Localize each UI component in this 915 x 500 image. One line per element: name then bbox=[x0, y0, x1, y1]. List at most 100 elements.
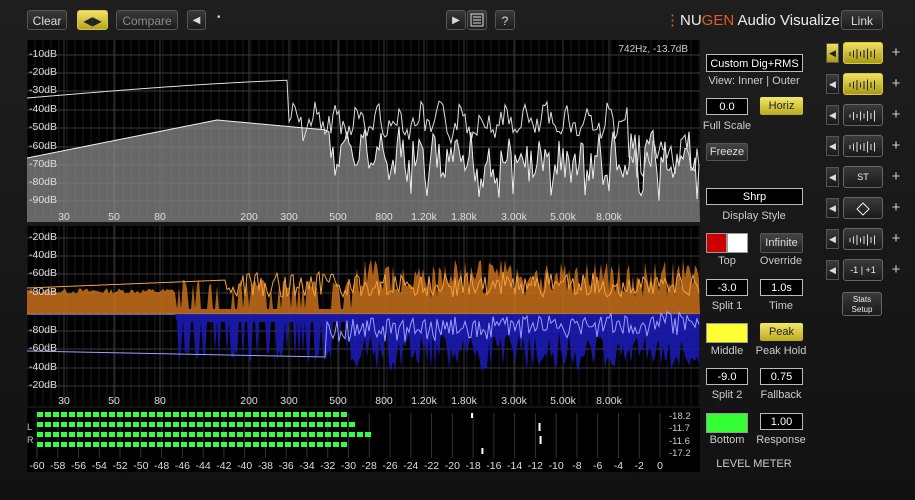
meter-r-segment bbox=[117, 432, 123, 437]
meter-scale-tick: -4 bbox=[613, 460, 624, 472]
add-mode-icon[interactable]: + bbox=[889, 169, 903, 185]
meter-r-rms-segment bbox=[261, 442, 267, 447]
spectrum-panel[interactable]: 742Hz, -13.7dB -10dB -20dB -30dB -40dB -50dB… bbox=[27, 40, 700, 223]
meter-l-rms-segment bbox=[109, 412, 115, 417]
add-mode-icon[interactable]: + bbox=[889, 107, 903, 123]
double-arrow-icon: ◀▶ bbox=[83, 14, 102, 28]
correlation-icon: -1 | +1 bbox=[850, 265, 876, 275]
meter-r-segment bbox=[285, 432, 291, 437]
mode-button[interactable]: ST bbox=[843, 166, 883, 188]
split-y-tick-bottom: -60dB bbox=[29, 342, 58, 354]
meter-scale-tick: -40 bbox=[237, 460, 253, 472]
top-color-red[interactable] bbox=[706, 233, 727, 253]
add-mode-icon[interactable]: + bbox=[889, 76, 903, 92]
meter-r-rms-segment bbox=[117, 442, 123, 447]
add-mode-icon[interactable]: + bbox=[889, 200, 903, 216]
mode-button[interactable] bbox=[843, 42, 883, 64]
spectrum-x-tick: 5.00k bbox=[550, 211, 576, 223]
readout-2: -11.7 bbox=[669, 423, 690, 434]
mode-select-arrow[interactable]: ◀ bbox=[826, 229, 839, 249]
split1-field[interactable]: -3.0 bbox=[706, 279, 748, 296]
meter-l-segment bbox=[109, 422, 115, 427]
meter-r-rms-segment bbox=[53, 442, 59, 447]
mode-select-arrow[interactable]: ◀ bbox=[826, 136, 839, 156]
add-mode-icon[interactable]: + bbox=[889, 45, 903, 61]
infinite-button[interactable]: Infinite bbox=[760, 233, 803, 253]
response-field[interactable]: 1.00 bbox=[760, 413, 803, 430]
back-arrow-icon[interactable]: ◀ bbox=[187, 10, 206, 30]
list-button[interactable] bbox=[467, 10, 487, 30]
time-field[interactable]: 1.0s bbox=[760, 279, 803, 296]
mode-button[interactable] bbox=[843, 135, 883, 157]
fallback-field[interactable]: 0.75 bbox=[760, 368, 803, 385]
meter-scale-tick: -44 bbox=[195, 460, 211, 472]
meter-r-segment bbox=[133, 432, 139, 437]
help-button[interactable]: ? bbox=[495, 10, 515, 30]
preset-display[interactable]: Custom Dig+RMS bbox=[706, 54, 803, 72]
display-style-field[interactable]: Shrp bbox=[706, 188, 803, 205]
split-y-tick-bottom: -40dB bbox=[29, 361, 58, 373]
meter-l-segment bbox=[277, 422, 283, 427]
mode-select-arrow[interactable]: ◀ bbox=[826, 167, 839, 187]
meter-l-rms-segment bbox=[341, 412, 347, 417]
clear-button[interactable]: Clear bbox=[27, 10, 67, 30]
bottom-color-swatch[interactable] bbox=[706, 413, 748, 433]
add-mode-icon[interactable]: + bbox=[889, 262, 903, 278]
add-mode-icon[interactable]: + bbox=[889, 231, 903, 247]
meter-l-rms-segment bbox=[197, 412, 203, 417]
meter-r-rms-segment bbox=[101, 442, 107, 447]
meter-l-segment bbox=[117, 422, 123, 427]
stats-setup-button[interactable]: Stats Setup bbox=[842, 292, 882, 316]
split2-field[interactable]: -9.0 bbox=[706, 368, 748, 385]
mode-select-arrow[interactable]: ◀ bbox=[826, 43, 839, 63]
mode-select-arrow[interactable]: ◀ bbox=[826, 74, 839, 94]
meter-l-segment bbox=[205, 422, 211, 427]
mode-select-arrow[interactable]: ◀ bbox=[826, 105, 839, 125]
override-label: Override bbox=[759, 255, 803, 267]
swap-button[interactable]: ◀▶ bbox=[77, 10, 108, 30]
peak-button[interactable]: Peak bbox=[760, 323, 803, 341]
mode-button[interactable] bbox=[843, 197, 883, 219]
top-color-white[interactable] bbox=[727, 233, 748, 253]
middle-label: Middle bbox=[710, 345, 744, 357]
meter-scale-tick: -16 bbox=[486, 460, 502, 472]
split-x-tick: 30 bbox=[58, 395, 70, 407]
meter-l-segment bbox=[197, 422, 203, 427]
meter-r-rms-segment bbox=[141, 442, 147, 447]
mode-button[interactable] bbox=[843, 104, 883, 126]
meter-l-segment bbox=[333, 422, 339, 427]
meter-r-rms-segment bbox=[301, 442, 307, 447]
mode-button[interactable] bbox=[843, 73, 883, 95]
meter-scale-tick: -2 bbox=[634, 460, 644, 472]
full-scale-field[interactable]: 0.0 bbox=[706, 98, 748, 115]
meter-scale-tick: -28 bbox=[361, 460, 377, 472]
meter-l-rms-segment bbox=[157, 412, 163, 417]
middle-color-swatch[interactable] bbox=[706, 323, 748, 343]
meter-l-rms-segment bbox=[69, 412, 75, 417]
mode-select-arrow[interactable]: ◀ bbox=[826, 198, 839, 218]
meter-r-segment bbox=[229, 432, 235, 437]
meter-l-segment bbox=[93, 422, 99, 427]
meter-r-segment bbox=[221, 432, 227, 437]
readout-1: -18.2 bbox=[669, 411, 691, 422]
horiz-button[interactable]: Horiz bbox=[760, 97, 803, 115]
mode-button[interactable]: -1 | +1 bbox=[843, 259, 883, 281]
split-y-tick-top: -60dB bbox=[29, 267, 58, 279]
add-mode-icon[interactable]: + bbox=[889, 138, 903, 154]
meter-r-rms-segment bbox=[125, 442, 131, 447]
mode-select-arrow[interactable]: ◀ bbox=[826, 260, 839, 280]
split-panel[interactable]: -20dB -40dB -60dB -80dB -80dB -60dB -40dB -20dB… bbox=[27, 226, 700, 407]
meter-l-rms-segment bbox=[85, 412, 91, 417]
level-meter: L R -18.2 -11.7 -11.6 -17.2 -60 -58 -56 -54… bbox=[27, 408, 700, 472]
link-button[interactable]: Link bbox=[841, 10, 883, 30]
freeze-button[interactable]: Freeze bbox=[706, 143, 748, 161]
split-y-tick-top: -20dB bbox=[29, 231, 58, 243]
meter-r-rms-segment bbox=[285, 442, 291, 447]
meter-scale-tick: -36 bbox=[278, 460, 294, 472]
play-icon[interactable]: ▶ bbox=[446, 10, 466, 30]
meter-l-segment bbox=[133, 422, 139, 427]
compare-button[interactable]: Compare bbox=[116, 10, 178, 30]
mode-button[interactable] bbox=[843, 228, 883, 250]
view-toggle[interactable]: View: Inner | Outer bbox=[704, 75, 804, 87]
meter-l-segment bbox=[45, 422, 51, 427]
